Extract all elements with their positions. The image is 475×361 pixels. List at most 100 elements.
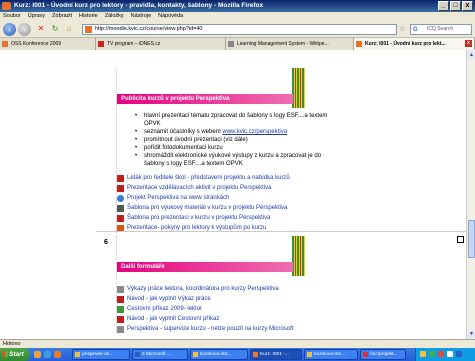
scroll-up-icon[interactable]: ▲	[468, 51, 475, 59]
pdf-icon	[117, 316, 124, 323]
perspektiva-web-link[interactable]: www.kvic.cz/perspektiva	[222, 129, 287, 135]
highlight-section-toggle[interactable]	[457, 236, 464, 243]
address-bar[interactable]: http://moodle.kvic.cz/course/view.php?id…	[82, 24, 397, 35]
tray-icon[interactable]	[438, 351, 444, 357]
list-item: seznámit účastníky s webem www.kvic.cz/p…	[135, 128, 335, 136]
resource-link[interactable]: Návod - jak vyplnit Výkaz práce	[117, 294, 462, 304]
browser-window: Kurz: I001 - Úvodní kurz pro lektory - p…	[0, 0, 475, 361]
forward-arrow-icon[interactable]: ›	[18, 23, 31, 36]
system-tray	[415, 348, 475, 361]
web-link-icon	[117, 195, 124, 202]
tray-icon[interactable]	[456, 351, 462, 357]
tray-icon[interactable]	[420, 351, 426, 357]
tab-label: Kurz: I001 - Úvodní kurz pro lekt...	[365, 41, 446, 47]
perspektiva-logo	[292, 68, 305, 108]
search-box[interactable]: G ICQ Search	[410, 24, 472, 35]
document-icon	[117, 205, 124, 212]
maximize-button[interactable]: □	[450, 1, 461, 11]
firefox-icon	[2, 2, 11, 10]
folder-icon[interactable]	[34, 351, 41, 358]
tab-oss-konference[interactable]: OSS Konference 2009	[0, 38, 96, 50]
taskbar-item-active[interactable]: Kurz: I001 -...	[250, 349, 302, 360]
section-divider	[96, 231, 466, 232]
spreadsheet-icon	[117, 306, 124, 313]
pdf-icon	[117, 215, 124, 222]
list-item: hlavní prezentaci tématu zpracovat do ša…	[135, 112, 335, 128]
bookmark-star-icon[interactable]: ☆	[399, 25, 405, 33]
publicity-bullets: hlavní prezentaci tématu zpracovat do ša…	[135, 112, 335, 168]
minimize-button[interactable]: _	[438, 1, 449, 11]
section-banner: Další formuláře	[117, 236, 305, 276]
status-text: Hotovo	[3, 341, 21, 347]
section-heading: Další formuláře	[117, 262, 293, 272]
home-icon[interactable]: ⌂	[64, 24, 74, 34]
scroll-down-icon[interactable]: ▼	[468, 330, 475, 338]
resource-link[interactable]: Výkazy práce lektora, koordinátora pro k…	[117, 284, 462, 294]
resource-link[interactable]: Návod - jak vyplnit Cestovní příkaz	[117, 314, 462, 324]
back-arrow-icon[interactable]: ‹	[3, 23, 16, 36]
status-bar: Hotovo	[0, 339, 475, 348]
section-heading: Publicita kurzů v projektu Perspektiva	[117, 94, 293, 104]
tab-favicon-icon	[356, 41, 362, 47]
resource-link[interactable]: Perspektiva - supervize kurzu - nelze po…	[117, 324, 462, 334]
title-bar: Kurz: I001 - Úvodní kurz pro lektory - p…	[0, 0, 475, 12]
tab-label: TV program – iDNES.cz	[107, 41, 161, 47]
pdf-icon	[117, 175, 124, 182]
tray-icon[interactable]	[429, 351, 435, 357]
search-placeholder: ICQ Search	[427, 26, 454, 32]
scrollbar-thumb[interactable]	[468, 220, 475, 258]
course-section-publicity: Publicita kurzů v projektu Perspektiva h…	[116, 68, 462, 233]
windows-taskbar: Start prispevek-do... 2 Microsoft ... ko…	[0, 348, 475, 361]
navigation-toolbar: ‹ › ✕ ↻ ⌂ http://moodle.kvic.cz/course/v…	[0, 21, 475, 38]
tab-favicon-icon	[98, 41, 104, 47]
app-icon	[75, 352, 80, 357]
resource-link[interactable]: Prezentace vzdělávacích aktivit v projek…	[117, 183, 462, 193]
perspektiva-logo	[292, 236, 305, 276]
window-title: Kurz: I001 - Úvodní kurz pro lektory - p…	[14, 2, 264, 9]
resource-link[interactable]: Šablona pro prezentaci v kurzu v projekt…	[117, 213, 462, 223]
stop-icon[interactable]: ✕	[36, 24, 46, 34]
tab-wikipedia[interactable]: Learning Management System - Wikipe...	[226, 38, 354, 50]
tray-icon[interactable]	[447, 351, 453, 357]
firefox-icon[interactable]	[54, 351, 61, 358]
menu-upravy[interactable]: Úpravy	[28, 12, 45, 21]
close-button[interactable]: x	[462, 1, 473, 11]
start-button[interactable]: Start	[0, 348, 30, 361]
ie-icon[interactable]	[44, 351, 51, 358]
tab-favicon-icon	[228, 41, 234, 47]
app-icon	[193, 352, 198, 357]
app-icon	[307, 352, 312, 357]
resource-link[interactable]: Leták pro ředitele škol - představení pr…	[117, 173, 462, 183]
reload-icon[interactable]: ↻	[50, 24, 60, 34]
address-url: http://moodle.kvic.cz/course/view.php?id…	[95, 26, 203, 32]
menu-zalozky[interactable]: Záložky	[105, 12, 124, 21]
menu-nastroje[interactable]: Nástroje	[131, 12, 151, 21]
resource-link[interactable]: Cestovní příkaz 2009- lektor	[117, 304, 462, 314]
resource-link[interactable]: Projekt Perspektiva na www stránkách	[117, 193, 462, 203]
tab-label: OSS Konference 2009	[11, 41, 62, 47]
form-icon	[117, 326, 124, 333]
menu-napoveda[interactable]: Nápověda	[158, 12, 183, 21]
tab-strip: OSS Konference 2009 TV program – iDNES.c…	[0, 38, 475, 50]
taskbar-item[interactable]: prispevek-do...	[72, 349, 130, 360]
menu-zobrazit[interactable]: Zobrazit	[52, 12, 72, 21]
list-item: shromáždit elektronické výukové výstupy …	[135, 152, 335, 168]
pdf-icon	[117, 185, 124, 192]
menu-bar: Soubor Úpravy Zobrazit Historie Záložky …	[0, 12, 475, 21]
menu-soubor[interactable]: Soubor	[3, 12, 21, 21]
app-icon	[135, 352, 140, 357]
tab-kurz-i001[interactable]: Kurz: I001 - Úvodní kurz pro lekt... x	[354, 38, 475, 50]
resource-link[interactable]: Šablona pro výukový materiál v kurzu v p…	[117, 203, 462, 213]
taskbar-item[interactable]: \\nc\projekt...	[360, 349, 406, 360]
form-icon	[117, 286, 124, 293]
quick-launch	[30, 348, 70, 361]
app-icon	[363, 352, 368, 357]
taskbar-item[interactable]: kozelova-mo...	[304, 349, 358, 360]
taskbar-item[interactable]: 2 Microsoft ...	[132, 349, 188, 360]
search-engine-icon[interactable]: G	[413, 26, 418, 35]
tab-tv-program[interactable]: TV program – iDNES.cz	[96, 38, 226, 50]
tab-close-icon[interactable]: x	[465, 40, 472, 47]
taskbar-item[interactable]: kozelova-obr...	[190, 349, 248, 360]
vertical-scrollbar[interactable]: ▲ ▼	[466, 50, 475, 339]
menu-historie[interactable]: Historie	[79, 12, 98, 21]
